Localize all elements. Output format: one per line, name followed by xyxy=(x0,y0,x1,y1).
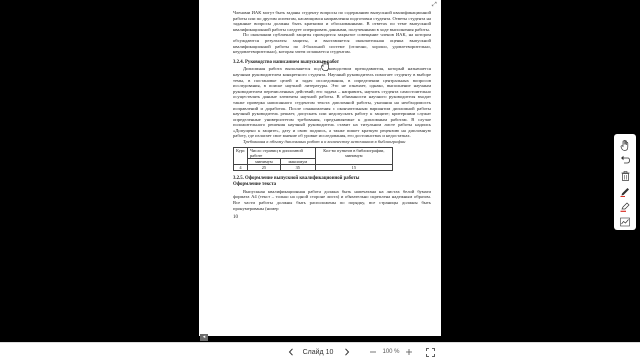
chevron-right-icon[interactable] xyxy=(342,346,352,358)
table-caption: Требования к объему дипломных работ и к … xyxy=(243,139,406,145)
fullscreen-icon[interactable] xyxy=(424,346,436,358)
slide-indicator: Слайд 10 xyxy=(302,348,334,356)
highlighter-icon[interactable] xyxy=(618,200,632,214)
pen-icon[interactable] xyxy=(618,185,632,199)
zoom-out-icon[interactable] xyxy=(368,346,378,358)
expand-icon[interactable]: ⤢ xyxy=(432,2,438,8)
undo-icon[interactable] xyxy=(618,153,632,167)
annotation-toolbar xyxy=(614,134,636,230)
sidebar-toggle[interactable]: ◂ xyxy=(200,334,208,341)
table-cell: 25 xyxy=(246,163,281,171)
chart-icon[interactable] xyxy=(618,215,632,229)
table-header-pages: Число страниц в дипломной работе xyxy=(246,146,316,159)
table-header-sources: Кол-во пунктов в библиографии, минимум xyxy=(314,146,394,165)
presentation-viewer: ⤢ Членами ИАК могут быть заданы студенту… xyxy=(0,0,640,360)
section-heading: 3.2.5. Оформление выпускной квалификацио… xyxy=(233,175,360,181)
paragraph: По окончании публичной защиты проводится… xyxy=(233,32,431,55)
zoom-in-icon[interactable] xyxy=(404,346,414,358)
hand-cursor-icon xyxy=(321,58,330,71)
table-header-course: Курс xyxy=(233,146,248,165)
bottom-toolbar: Слайд 10 100 % xyxy=(0,342,640,360)
hand-icon[interactable] xyxy=(618,138,632,152)
paragraph: Членами ИАК могут быть заданы студенту в… xyxy=(233,10,431,32)
trash-icon[interactable] xyxy=(618,169,632,183)
chevron-left-icon[interactable] xyxy=(286,346,296,358)
paragraph: Выпускная квалификационная работа должна… xyxy=(233,188,431,211)
zoom-level: 100 % xyxy=(382,349,400,355)
page-number: 10 xyxy=(233,215,238,221)
paragraph: Дипломная работа выполняется под руковод… xyxy=(233,66,431,139)
table-cell: 15 xyxy=(314,163,394,171)
section-heading: 3.2.4. Руководство написанием выпускных … xyxy=(233,59,339,65)
document-page: ⤢ Членами ИАК могут быть заданы студенту… xyxy=(199,0,441,336)
table-cell: 4 xyxy=(233,163,248,171)
table-cell: 35 xyxy=(279,163,316,171)
requirements-table: Курс Число страниц в дипломной работе Ко… xyxy=(233,146,394,171)
subsection-heading: Оформление текста xyxy=(233,182,277,188)
